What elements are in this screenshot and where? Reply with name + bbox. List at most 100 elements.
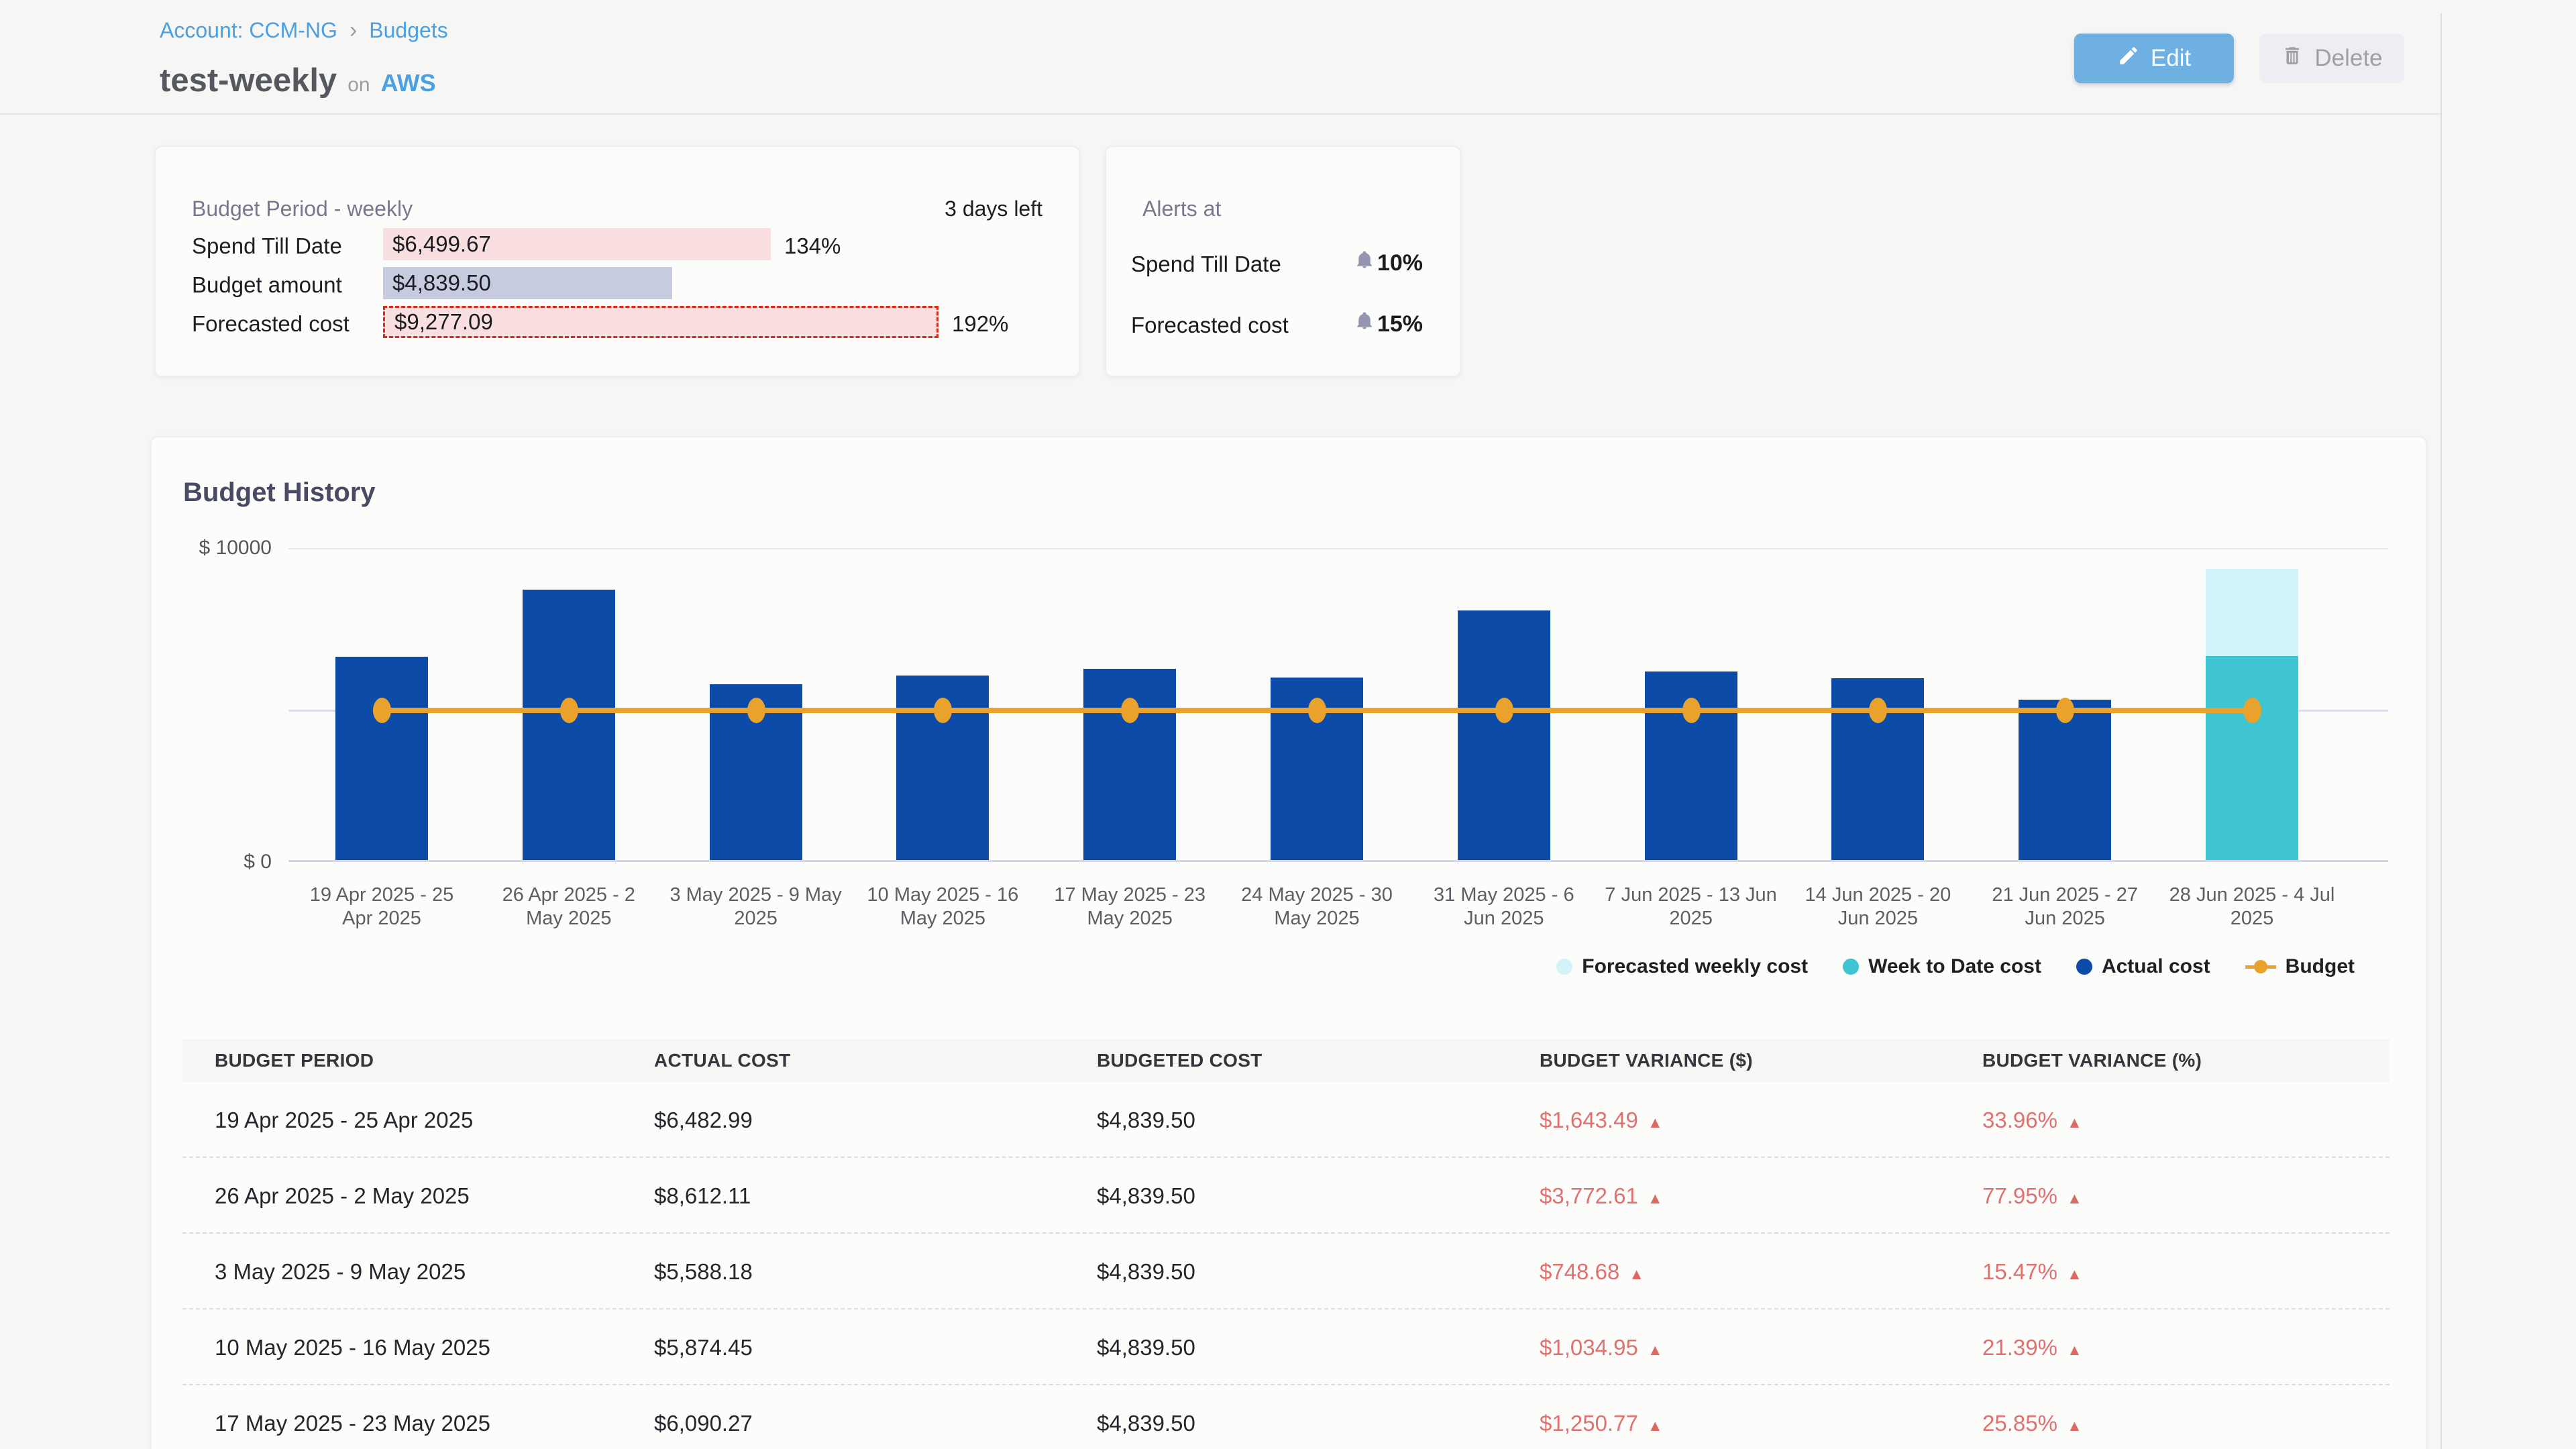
table-column-header: BUDGET VARIANCE ($)	[1540, 1050, 1753, 1071]
x-axis-label: 21 Jun 2025 - 27 Jun 2025	[1978, 883, 2152, 930]
budget-point[interactable]	[1308, 698, 1326, 723]
budget-point[interactable]	[747, 698, 765, 723]
budget-history-title: Budget History	[183, 478, 376, 508]
breadcrumb-separator-icon: ›	[350, 17, 357, 44]
legend-item[interactable]: Week to Date cost	[1843, 955, 2041, 978]
budget-detail-page: Account: CCM-NG › Budgets test-weekly on…	[0, 0, 2576, 1449]
legend-item[interactable]: Forecasted weekly cost	[1556, 955, 1808, 978]
legend-label: Week to Date cost	[1868, 955, 2041, 978]
variance-up-icon: ▲	[2067, 1189, 2082, 1207]
variance-up-icon: ▲	[1648, 1189, 1663, 1207]
breadcrumb: Account: CCM-NG › Budgets	[160, 17, 448, 44]
cell-actual-cost: $6,090.27	[654, 1411, 753, 1436]
cell-budget-variance-usd: $1,034.95▲	[1540, 1335, 1663, 1360]
delete-button[interactable]: Delete	[2259, 34, 2404, 83]
alert-row-label: Forecasted cost	[1131, 313, 1289, 338]
budget-history-chart: 19 Apr 2025 - 25 Apr 202526 Apr 2025 - 2…	[288, 548, 2388, 862]
bar-week-to-date-cost[interactable]	[2206, 656, 2298, 860]
table-column-header: ACTUAL COST	[654, 1050, 790, 1071]
budget-point[interactable]	[1682, 698, 1701, 723]
legend-marker-actual-cost	[2076, 959, 2092, 975]
bell-icon	[1354, 310, 1375, 331]
breadcrumb-account-link[interactable]: Account: CCM-NG	[160, 18, 337, 43]
edit-button-label: Edit	[2151, 45, 2191, 72]
cell-budget-period: 10 May 2025 - 16 May 2025	[215, 1335, 490, 1360]
cell-budget-variance-pct: 15.47%▲	[1982, 1259, 2082, 1285]
budget-point[interactable]	[1495, 698, 1513, 723]
budget-point[interactable]	[560, 698, 578, 723]
budget-period-percent: 134%	[784, 233, 841, 259]
pencil-icon	[2117, 44, 2140, 73]
table-column-header: BUDGET VARIANCE (%)	[1982, 1050, 2202, 1071]
alert-row-label: Spend Till Date	[1131, 252, 1281, 277]
provider-label: AWS	[381, 69, 436, 97]
x-axis-label: 28 Jun 2025 - 4 Jul 2025	[2165, 883, 2339, 930]
bar-actual-cost[interactable]	[1458, 610, 1550, 860]
budget-point[interactable]	[1121, 698, 1139, 723]
budget-period-card: Budget Period - weekly 3 days left Spend…	[155, 146, 1079, 376]
variance-up-icon: ▲	[2067, 1265, 2082, 1283]
legend-label: Forecasted weekly cost	[1582, 955, 1808, 978]
cell-budget-period: 3 May 2025 - 9 May 2025	[215, 1259, 466, 1285]
y-axis-tick-zero: $ 0	[154, 851, 272, 873]
y-axis-tick-max: $ 10000	[154, 537, 272, 559]
breadcrumb-budgets-link[interactable]: Budgets	[369, 18, 447, 43]
budget-period-row-label: Forecasted cost	[192, 311, 350, 337]
variance-up-icon: ▲	[2067, 1417, 2082, 1434]
budget-period-bar-budget: $4,839.50	[383, 267, 672, 299]
budget-period-card-title: Budget Period - weekly	[192, 197, 413, 221]
table-column-header: BUDGET PERIOD	[215, 1050, 374, 1071]
legend-item[interactable]: Budget	[2245, 955, 2355, 978]
cell-budget-variance-usd: $1,250.77▲	[1540, 1411, 1663, 1436]
x-axis-label: 17 May 2025 - 23 May 2025	[1042, 883, 1217, 930]
bar-actual-cost[interactable]	[523, 590, 615, 860]
table-row: 17 May 2025 - 23 May 2025$6,090.27$4,839…	[182, 1385, 2390, 1449]
cell-actual-cost: $5,588.18	[654, 1259, 753, 1285]
legend-label: Actual cost	[2102, 955, 2210, 978]
variance-up-icon: ▲	[1648, 1417, 1663, 1434]
x-axis-label: 19 Apr 2025 - 25 Apr 2025	[294, 883, 469, 930]
days-left-label: 3 days left	[945, 197, 1042, 221]
table-column-header: BUDGETED COST	[1097, 1050, 1263, 1071]
variance-up-icon: ▲	[1648, 1341, 1663, 1358]
cell-actual-cost: $6,482.99	[654, 1108, 753, 1133]
legend-marker-budget	[2245, 959, 2276, 975]
cell-budget-variance-usd: $748.68▲	[1540, 1259, 1644, 1285]
budget-point[interactable]	[1869, 698, 1887, 723]
table-header-row: BUDGET PERIOD ACTUAL COST BUDGETED COST BUD…	[182, 1039, 2390, 1082]
legend-item[interactable]: Actual cost	[2076, 955, 2210, 978]
cell-actual-cost: $8,612.11	[654, 1183, 751, 1209]
cell-budget-variance-pct: 25.85%▲	[1982, 1411, 2082, 1436]
budget-point[interactable]	[934, 698, 952, 723]
budget-period-percent: 192%	[952, 311, 1008, 337]
budget-period-bar-forecast: $9,277.09	[383, 306, 938, 338]
trash-icon	[2281, 44, 2304, 73]
bar-actual-cost[interactable]	[2019, 700, 2111, 860]
budget-history-table: BUDGET PERIOD ACTUAL COST BUDGETED COST BUD…	[182, 1039, 2390, 1449]
legend-label: Budget	[2286, 955, 2355, 978]
budget-point[interactable]	[373, 698, 391, 723]
cell-budget-period: 17 May 2025 - 23 May 2025	[215, 1411, 490, 1436]
legend-marker-forecasted-weekly-cost	[1556, 959, 1572, 975]
variance-up-icon: ▲	[2067, 1114, 2082, 1131]
legend-marker-week-to-date-cost	[1843, 959, 1859, 975]
table-row: 3 May 2025 - 9 May 2025$5,588.18$4,839.5…	[182, 1234, 2390, 1309]
legend-budget-dot	[2254, 960, 2267, 973]
cell-budget-variance-pct: 77.95%▲	[1982, 1183, 2082, 1209]
table-row: 10 May 2025 - 16 May 2025$5,874.45$4,839…	[182, 1309, 2390, 1385]
edit-button[interactable]: Edit	[2074, 34, 2234, 83]
budget-period-bar-spend: $6,499.67	[383, 228, 771, 260]
budget-point[interactable]	[2056, 698, 2074, 723]
budget-period-row-label: Budget amount	[192, 272, 342, 298]
bar-forecasted-weekly-cost[interactable]	[2206, 569, 2298, 656]
budget-point[interactable]	[2243, 698, 2261, 723]
alert-threshold-value: 15%	[1377, 311, 1423, 337]
table-row: 19 Apr 2025 - 25 Apr 2025$6,482.99$4,839…	[182, 1082, 2390, 1158]
bar-actual-cost[interactable]	[335, 657, 428, 860]
delete-button-label: Delete	[2314, 45, 2382, 72]
cell-budget-period: 26 Apr 2025 - 2 May 2025	[215, 1183, 470, 1209]
alerts-card: Alerts at Spend Till Date10%Forecasted c…	[1106, 146, 1460, 376]
cell-budgeted-cost: $4,839.50	[1097, 1108, 1195, 1133]
table-row: 26 Apr 2025 - 2 May 2025$8,612.11$4,839.…	[182, 1158, 2390, 1234]
variance-up-icon: ▲	[1629, 1265, 1644, 1283]
